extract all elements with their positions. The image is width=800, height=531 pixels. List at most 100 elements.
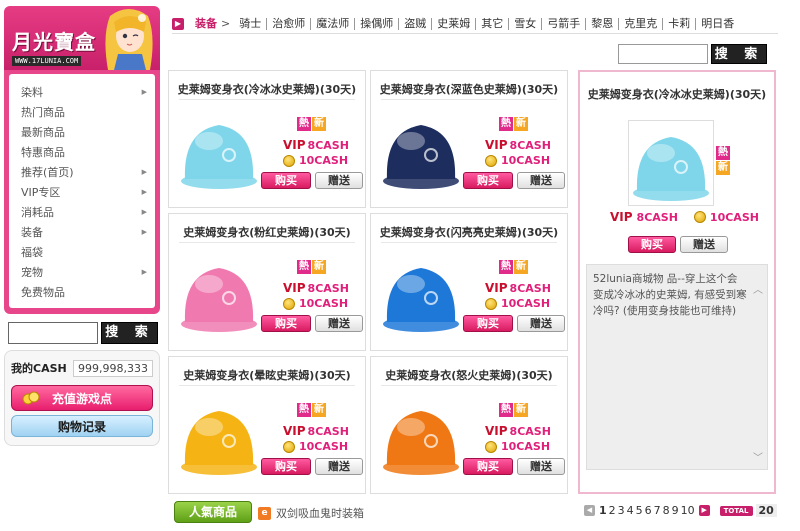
product-badges: 熱新 bbox=[499, 403, 528, 417]
buy-button[interactable]: 购买 bbox=[261, 172, 311, 189]
slime-costume-icon[interactable] bbox=[177, 111, 261, 191]
detail-buy-button[interactable]: 购买 bbox=[628, 236, 676, 253]
slime-costume-icon[interactable] bbox=[177, 254, 261, 334]
scroll-up-icon[interactable]: ︿ bbox=[752, 283, 764, 296]
top-search-button[interactable]: 搜 索 bbox=[711, 44, 767, 64]
sidebar-item[interactable]: 热门商品 bbox=[21, 102, 147, 122]
page-number[interactable]: 8 bbox=[662, 504, 671, 517]
cash-price-value: 10CASH bbox=[501, 297, 551, 310]
page-number[interactable]: 4 bbox=[626, 504, 635, 517]
product-name[interactable]: 史莱姆变身衣(冷冰冰史莱姆)(30天) bbox=[169, 81, 365, 97]
next-page-icon[interactable]: ▶ bbox=[698, 505, 710, 516]
page-number[interactable]: 9 bbox=[671, 504, 680, 517]
page-number[interactable]: 5 bbox=[635, 504, 644, 517]
sidebar-item[interactable]: VIP专区 ▶ bbox=[21, 182, 147, 202]
product-name[interactable]: 史莱姆变身衣(闪亮亮史莱姆)(30天) bbox=[371, 224, 567, 240]
page-number[interactable]: 10 bbox=[680, 504, 696, 517]
buy-button[interactable]: 购买 bbox=[463, 458, 513, 475]
gift-button[interactable]: 赠送 bbox=[517, 458, 565, 475]
gold-coin-icon bbox=[283, 297, 295, 310]
nav-class-item[interactable]: 黎恩 bbox=[586, 17, 620, 30]
logo[interactable]: 月光寶盒 WWW.17LUNIA.COM bbox=[4, 6, 160, 70]
hot-badge: 熱 bbox=[499, 117, 513, 131]
divider bbox=[179, 242, 355, 243]
hot-badge: 熱 bbox=[297, 117, 311, 131]
sidebar-search-button[interactable]: 搜 索 bbox=[101, 322, 158, 344]
vip-label: VIP bbox=[485, 138, 508, 152]
sidebar-item[interactable]: 福袋 bbox=[21, 242, 147, 262]
prev-page-icon[interactable]: ◀ bbox=[584, 505, 595, 516]
page-number[interactable]: 3 bbox=[617, 504, 626, 517]
sidebar-item[interactable]: 最新商品 bbox=[21, 122, 147, 142]
sidebar-item[interactable]: 特惠商品 bbox=[21, 142, 147, 162]
nav-class-item[interactable]: 明日香 bbox=[696, 17, 739, 30]
nav-class-item[interactable]: 魔法师 bbox=[311, 17, 356, 30]
nav-class-item[interactable]: 骑士 bbox=[234, 17, 268, 30]
nav-class-item[interactable]: 克里克 bbox=[619, 17, 664, 30]
nav-class-item[interactable]: 雪女 bbox=[509, 17, 543, 30]
page-number[interactable]: 2 bbox=[608, 504, 617, 517]
gift-button[interactable]: 赠送 bbox=[315, 172, 363, 189]
nav-class-item[interactable]: 治愈师 bbox=[267, 17, 312, 30]
product-name[interactable]: 史莱姆变身衣(深蓝色史莱姆)(30天) bbox=[371, 81, 567, 97]
sidebar-item[interactable]: 染料 ▶ bbox=[21, 82, 147, 102]
nav-class-item[interactable]: 史莱姆 bbox=[432, 17, 477, 30]
submenu-arrow-icon: ▶ bbox=[141, 228, 147, 236]
product-card[interactable]: 史莱姆变身衣(冷冰冰史莱姆)(30天) 熱新 VIP 8CASH 10CASH 购买 赠送 bbox=[168, 70, 366, 208]
sidebar-item[interactable]: 消耗品 ▶ bbox=[21, 202, 147, 222]
product-card[interactable]: 史莱姆变身衣(深蓝色史莱姆)(30天) 熱新 VIP 8CASH 10CASH 购买 赠送 bbox=[370, 70, 568, 208]
sidebar-item[interactable]: 推荐(首页) ▶ bbox=[21, 162, 147, 182]
slime-costume-icon[interactable] bbox=[379, 254, 463, 334]
sidebar-item[interactable]: 宠物 ▶ bbox=[21, 262, 147, 282]
vip-price: VIP 8CASH bbox=[485, 424, 551, 438]
logo-title: 月光寶盒 bbox=[12, 30, 96, 54]
purchase-history-button[interactable]: 购物记录 bbox=[11, 415, 153, 437]
sidebar-search-input[interactable] bbox=[8, 322, 98, 344]
slime-costume-icon[interactable] bbox=[379, 111, 463, 191]
page-number[interactable]: 6 bbox=[644, 504, 653, 517]
gift-button[interactable]: 赠送 bbox=[315, 315, 363, 332]
nav-class-item[interactable]: 弓箭手 bbox=[542, 17, 587, 30]
product-card[interactable]: 史莱姆变身衣(粉红史莱姆)(30天) 熱新 VIP 8CASH 10CASH 购买 赠送 bbox=[168, 213, 366, 351]
top-search-input[interactable] bbox=[618, 44, 708, 64]
product-name[interactable]: 史莱姆变身衣(粉红史莱姆)(30天) bbox=[169, 224, 365, 240]
page-number[interactable]: 1 bbox=[598, 504, 608, 517]
nav-class-item[interactable]: 其它 bbox=[476, 17, 510, 30]
product-name[interactable]: 史莱姆变身衣(怒火史莱姆)(30天) bbox=[371, 367, 567, 383]
buy-button[interactable]: 购买 bbox=[463, 315, 513, 332]
popular-items-button[interactable]: 人氣商品 bbox=[174, 501, 252, 523]
nav-class-item[interactable]: 卡莉 bbox=[663, 17, 697, 30]
sidebar-item[interactable]: 装备 ▶ bbox=[21, 222, 147, 242]
nav-category[interactable]: 装备 bbox=[190, 17, 217, 30]
gift-button[interactable]: 赠送 bbox=[517, 172, 565, 189]
slime-costume-icon[interactable] bbox=[177, 397, 261, 477]
sidebar-item-label: 染料 bbox=[21, 86, 43, 99]
sidebar-item[interactable]: 免费物品 bbox=[21, 282, 147, 302]
new-badge: 新 bbox=[312, 403, 326, 417]
product-card[interactable]: 史莱姆变身衣(闪亮亮史莱姆)(30天) 熱新 VIP 8CASH 10CASH 购买 赠送 bbox=[370, 213, 568, 351]
product-badges: 熱新 bbox=[297, 403, 326, 417]
sidebar-item-label: 推荐(首页) bbox=[21, 166, 74, 179]
sidebar-item-label: 特惠商品 bbox=[21, 146, 65, 159]
buy-button[interactable]: 购买 bbox=[261, 315, 311, 332]
nav-class-item[interactable]: 操偶师 bbox=[355, 17, 400, 30]
charge-button[interactable]: 充值游戏点 bbox=[11, 385, 153, 411]
buy-button[interactable]: 购买 bbox=[463, 172, 513, 189]
product-name[interactable]: 史莱姆变身衣(晕眩史莱姆)(30天) bbox=[169, 367, 365, 383]
page-number[interactable]: 7 bbox=[653, 504, 662, 517]
product-card[interactable]: 史莱姆变身衣(怒火史莱姆)(30天) 熱新 VIP 8CASH 10CASH 购买 赠送 bbox=[370, 356, 568, 494]
detail-gift-button[interactable]: 赠送 bbox=[680, 236, 728, 253]
gift-button[interactable]: 赠送 bbox=[315, 458, 363, 475]
nav-class-item[interactable]: 盗贼 bbox=[399, 17, 433, 30]
promo-link[interactable]: e 双剑吸血鬼时装箱 bbox=[258, 505, 364, 521]
buy-button[interactable]: 购买 bbox=[261, 458, 311, 475]
slime-costume-icon[interactable] bbox=[379, 397, 463, 477]
description-scrollbar[interactable]: ︿ ﹀ bbox=[751, 265, 765, 469]
detail-title: 史莱姆变身衣(冷冰冰史莱姆)(30天) bbox=[587, 88, 767, 101]
new-badge: 新 bbox=[716, 161, 730, 175]
top-search: 搜 索 bbox=[618, 44, 767, 64]
gift-button[interactable]: 赠送 bbox=[517, 315, 565, 332]
scroll-down-icon[interactable]: ﹀ bbox=[752, 451, 764, 464]
product-card[interactable]: 史莱姆变身衣(晕眩史莱姆)(30天) 熱新 VIP 8CASH 10CASH 购买 赠送 bbox=[168, 356, 366, 494]
vip-label: VIP bbox=[485, 281, 508, 295]
